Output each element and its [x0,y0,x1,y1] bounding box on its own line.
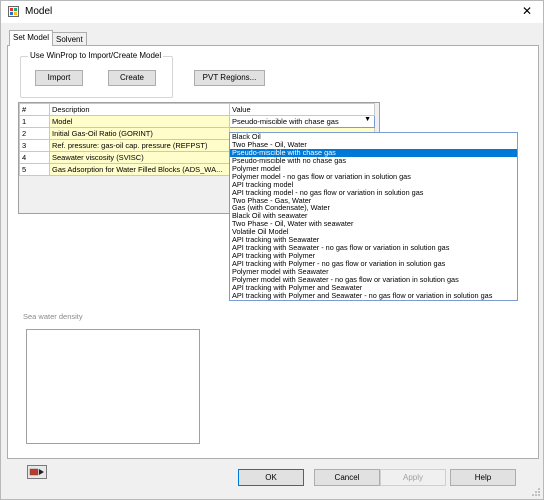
grid-header-description: Description [49,103,230,116]
grid-header-num: # [19,103,50,116]
row-number: 2 [19,127,50,140]
expand-arrow-icon[interactable] [27,465,47,479]
seawater-density-panel [26,329,200,444]
model-dialog: Model ✕ Set Model Solvent Use WinProp to… [0,0,544,500]
row-number: 5 [19,163,50,176]
row-description: Initial Gas-Oil Ratio (GORINT) [49,127,230,140]
tab-solvent[interactable]: Solvent [52,32,87,46]
seawater-density-label: Sea water density [23,312,83,321]
model-combo[interactable]: Pseudo-miscible with chase gas ▼ [229,115,375,128]
resize-grip-icon[interactable] [532,488,540,496]
model-dropdown-list[interactable]: Black Oil Two Phase - Oil, Water Pseudo-mi… [229,132,518,301]
row-number: 1 [19,115,50,128]
row-number: 4 [19,151,50,164]
tab-set-model[interactable]: Set Model [9,30,54,46]
app-icon [8,6,19,17]
row-description: Ref. pressure: gas-oil cap. pressure (RE… [49,139,230,152]
model-combo-value: Pseudo-miscible with chase gas [232,117,339,126]
create-button[interactable]: Create [108,70,156,86]
title-bar: Model ✕ [1,1,543,23]
import-button[interactable]: Import [35,70,83,86]
winprop-group-label: Use WinProp to Import/Create Model [28,51,164,60]
help-button[interactable]: Help [450,469,516,486]
pvt-regions-button[interactable]: PVT Regions... [194,70,265,86]
row-description: Model [49,115,230,128]
grid-header-value: Value [229,103,375,116]
row-description: Seawater viscosity (SVISC) [49,151,230,164]
close-icon[interactable]: ✕ [519,4,535,18]
window-title: Model [25,6,53,17]
chevron-down-icon[interactable]: ▼ [364,117,371,124]
cancel-button[interactable]: Cancel [314,469,380,486]
dropdown-option[interactable]: API tracking with Polymer and Seawater -… [230,291,517,300]
ok-button[interactable]: OK [238,469,304,486]
table-row: 1 Model Pseudo-miscible with chase gas ▼ [19,115,375,128]
row-number: 3 [19,139,50,152]
apply-button: Apply [380,469,446,486]
row-description: Gas Adsorption for Water Filled Blocks (… [49,163,230,176]
